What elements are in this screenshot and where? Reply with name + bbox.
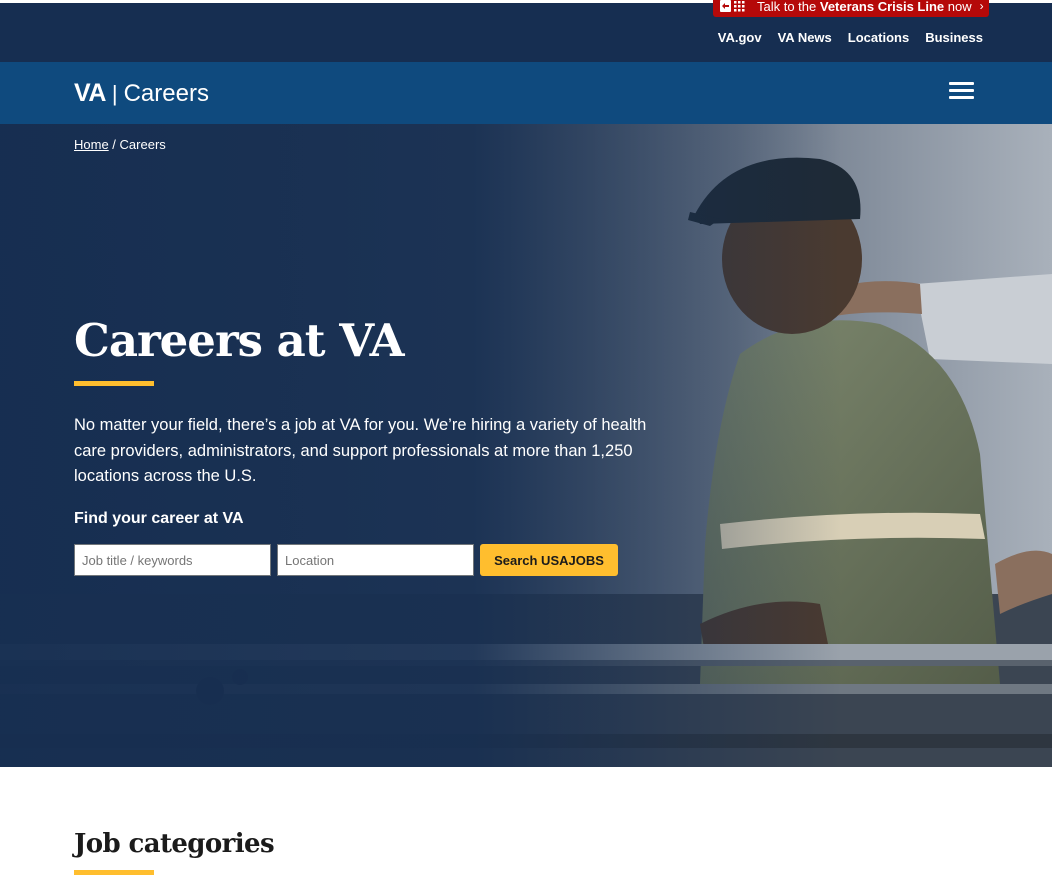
- page-title: Careers at VA: [74, 314, 405, 367]
- breadcrumb-current: Careers: [119, 137, 166, 152]
- brand-va: VA: [74, 79, 106, 107]
- site-header: VA | Careers: [0, 62, 1052, 124]
- utility-link-business[interactable]: Business: [925, 30, 983, 45]
- utility-nav: VA.gov VA News Locations Business: [718, 30, 983, 45]
- crisis-text-prefix: Talk to the: [757, 0, 820, 14]
- job-categories-accent-bar: [74, 870, 154, 875]
- crisis-line-icon: [719, 0, 747, 13]
- breadcrumb-home-link[interactable]: Home: [74, 137, 109, 152]
- utility-link-va-news[interactable]: VA News: [778, 30, 832, 45]
- hamburger-menu-icon[interactable]: [949, 82, 975, 102]
- location-input[interactable]: [277, 544, 474, 576]
- job-categories-heading: Job categories: [74, 829, 275, 859]
- site-logo[interactable]: VA | Careers: [74, 79, 209, 108]
- search-usajobs-button[interactable]: Search USAJOBS: [480, 544, 618, 576]
- hero-description: No matter your field, there’s a job at V…: [74, 416, 647, 485]
- chevron-right-icon: ›: [979, 0, 984, 13]
- title-accent-bar: [74, 381, 154, 386]
- breadcrumb-separator: /: [108, 137, 120, 152]
- utility-link-vagov[interactable]: VA.gov: [718, 30, 762, 45]
- breadcrumb: Home / Careers: [74, 137, 166, 152]
- utility-link-locations[interactable]: Locations: [848, 30, 909, 45]
- job-keyword-input[interactable]: [74, 544, 271, 576]
- brand-separator: |: [111, 80, 118, 106]
- crisis-text-suffix: now: [944, 0, 972, 14]
- crisis-text-emphasis: Veterans Crisis Line: [819, 0, 945, 14]
- find-career-label: Find your career at VA: [74, 510, 244, 527]
- hero-section: Home / Careers Careers at VA No matter y…: [0, 124, 1052, 767]
- brand-section: Careers: [123, 79, 209, 107]
- veterans-crisis-line-banner[interactable]: Talk to the Veterans Crisis Line now ›: [713, 0, 989, 17]
